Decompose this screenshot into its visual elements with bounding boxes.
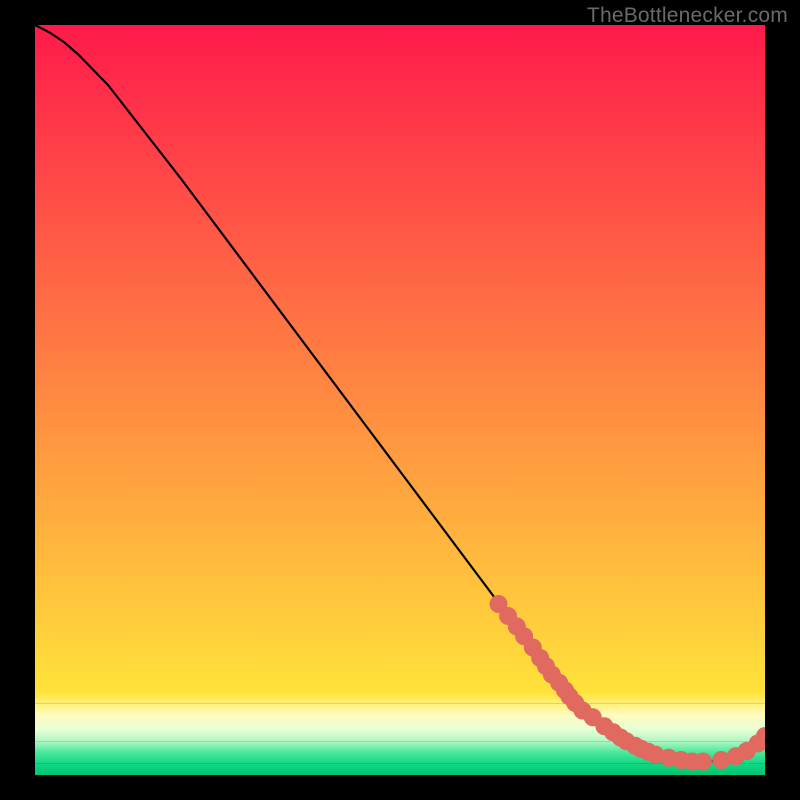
chart-stage: TheBottlenecker.com: [0, 0, 800, 800]
data-point: [694, 753, 712, 771]
plot-area: [35, 25, 765, 775]
chart-svg: [35, 25, 765, 775]
gradient-background: [35, 25, 765, 775]
